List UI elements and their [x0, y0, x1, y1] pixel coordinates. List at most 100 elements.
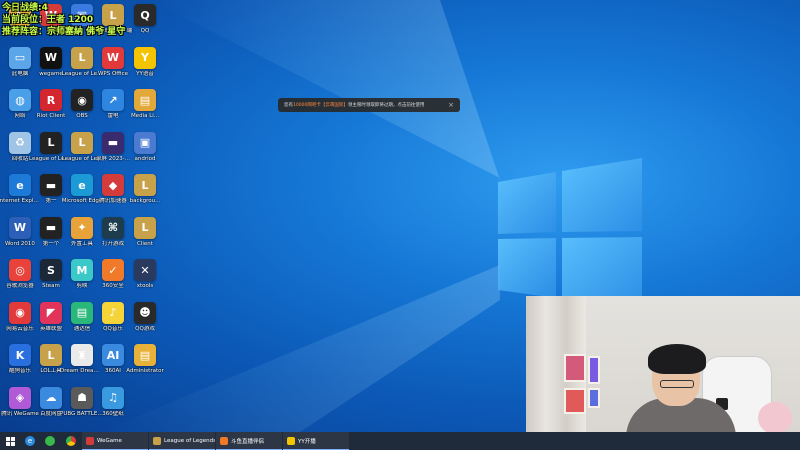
desktop-icon-label: Client: [137, 240, 153, 247]
league-icon: L: [40, 344, 62, 366]
cloud-icon: ☁: [40, 386, 62, 409]
notification-toast[interactable]: 您有 10000网吧卡 【云萌国际】 领主限时领取即将过期，点击前往使用 ×: [278, 98, 460, 112]
taskbar-app-button[interactable]: 斗鱼直播伴侣: [216, 432, 282, 450]
yy-icon: Y: [134, 46, 156, 69]
close-icon[interactable]: ×: [448, 101, 454, 109]
app-icon: ↗: [102, 89, 124, 111]
wall-picture-frame: [564, 354, 586, 382]
folder-icon: ▤: [134, 89, 156, 111]
recycle-bin-icon: ♻: [9, 131, 31, 154]
wall-picture-frame: [564, 388, 586, 414]
overlay-current-rank: 当前段位：王者 1200: [2, 15, 94, 25]
app-icon: ♪: [102, 301, 124, 324]
wall-picture-frame: [588, 356, 600, 384]
desktop-icon[interactable]: Lbackgrou...: [123, 174, 167, 216]
video-icon: ▬: [102, 131, 124, 154]
overlay-today-record: 今日战绩:4: [2, 3, 48, 13]
app-icon: ☻: [134, 301, 156, 324]
app-icon: ◈: [9, 386, 31, 409]
wall-picture-frame: [588, 388, 600, 408]
app-icon: AI: [102, 344, 124, 366]
desktop-icon-label: Administrator: [126, 368, 164, 374]
network-icon: ◍: [9, 89, 31, 111]
app-icon: ◆: [102, 174, 124, 196]
obs-icon: ◉: [71, 89, 93, 111]
taskbar: e WeGame League of Legends 斗鱼直播伴侣 YY开播: [0, 432, 800, 450]
desktop-icon[interactable]: ▣ andriod: [123, 131, 167, 174]
taskbar-app-label: WeGame: [97, 437, 122, 444]
app-icon: M: [71, 259, 93, 281]
taskbar-ie-icon[interactable]: e: [20, 432, 40, 450]
taskbar-app-button[interactable]: League of Legends: [149, 432, 215, 450]
streamer-glasses: [660, 380, 694, 388]
desktop-icon[interactable]: Q QQ: [123, 4, 167, 46]
desktop-icon[interactable]: L Client: [123, 216, 167, 259]
league-icon: L: [40, 131, 62, 154]
taskbar-360-icon[interactable]: [40, 432, 60, 450]
taskbar-chrome-icon[interactable]: [60, 432, 82, 450]
chrome-icon: ◎: [9, 259, 31, 281]
edge-icon: e: [71, 174, 93, 196]
desktop-icon-label: Media Li...: [130, 113, 160, 119]
streamer-hair: [648, 344, 706, 374]
taskbar-app-label: YY开播: [298, 438, 316, 445]
kugou-icon: K: [9, 344, 31, 366]
word-icon: W: [9, 216, 31, 239]
riot-icon: R: [40, 89, 62, 111]
league-icon: L: [134, 174, 156, 196]
app-icon: ✦: [71, 216, 93, 239]
start-button[interactable]: [0, 432, 20, 450]
desktop-icon[interactable]: ✕ xtools: [123, 259, 167, 301]
desktop-icon[interactable]: Y YY语音: [123, 46, 167, 89]
app-icon: ▣: [134, 131, 156, 154]
app-icon: [153, 436, 161, 445]
ie-icon: e: [9, 174, 31, 196]
video-icon: ▬: [40, 216, 62, 239]
qq-icon: Q: [134, 4, 156, 26]
desktop-icon-label: QQ: [140, 28, 150, 34]
desktop-icon[interactable]: ☻ QQ游戏: [123, 301, 167, 344]
taskbar-running-apps: WeGame League of Legends 斗鱼直播伴侣 YY开播: [82, 432, 350, 450]
stream-overlay: 今日战绩:4 当前段位：王者 1200 推荐阵容：宗师塞納 佛爷 星守: [2, 2, 125, 38]
webcam-feed: [526, 296, 800, 434]
league-icon: L: [71, 46, 93, 69]
notice-highlight-card: 10000网吧卡: [293, 103, 321, 108]
notice-highlight-brand: 【云萌国际】: [320, 103, 348, 108]
app-icon: ♫: [102, 386, 124, 409]
app-icon: ▤: [71, 301, 93, 324]
app-icon: [86, 436, 94, 445]
app-icon: ✓: [102, 259, 124, 281]
taskbar-app-button[interactable]: WeGame: [82, 432, 148, 450]
video-icon: ▬: [40, 174, 62, 196]
desktop-icon[interactable]: ▤ Media Li...: [123, 89, 167, 131]
app-icon: ⌘: [102, 216, 124, 239]
folder-icon: ▤: [134, 344, 156, 366]
windows-start-icon: [5, 436, 15, 446]
wegame-icon: W: [40, 46, 62, 69]
app-icon: ☗: [71, 386, 93, 409]
desktop-icon-label: andriod: [134, 155, 156, 162]
steam-icon: S: [40, 259, 62, 281]
app-icon: ◤: [40, 301, 62, 324]
league-icon: L: [71, 131, 93, 154]
desktop-icon[interactable]: ▤ Administrator: [123, 344, 167, 386]
desktop-icon-label: backgrou...: [129, 198, 161, 204]
desktop-icon[interactable]: ♫ 360壁纸: [91, 386, 135, 429]
desktop-icon-grid: L W ▣ L 英雄联盟客户端 Q QQ ▭ 此电脑 Wwegame L League of Le..…: [0, 0, 175, 432]
overlay-recommended-lineup: 推荐阵容：宗师塞納 佛爷 星守: [2, 27, 126, 37]
app-icon: ✕: [134, 259, 156, 281]
notice-message: 领主限时领取即将过期，点击前往使用: [347, 103, 425, 108]
netease-icon: ◉: [9, 301, 31, 324]
desktop-icon-label: YY语音: [136, 70, 154, 77]
app-icon: [220, 436, 228, 445]
app-icon: [287, 436, 295, 445]
desktop-icon-label: xtools: [136, 283, 154, 289]
desktop-icon-label: QQ游戏: [135, 325, 155, 332]
taskbar-app-button[interactable]: YY开播: [283, 432, 349, 450]
wps-icon: W: [102, 46, 124, 69]
plush-toy: [758, 402, 792, 434]
desktop-icon-label: 360壁纸: [102, 410, 124, 417]
app-icon: ♜: [71, 344, 93, 366]
taskbar-app-label: 斗鱼直播伴侣: [231, 438, 265, 445]
computer-icon: ▭: [9, 46, 31, 69]
